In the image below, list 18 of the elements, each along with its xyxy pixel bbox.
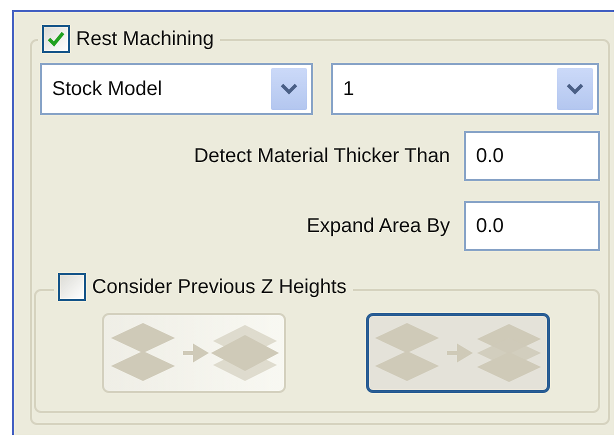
field-label: Expand Area By (306, 214, 450, 238)
checkbox[interactable] (42, 25, 70, 53)
dropdown-value: 1 (343, 78, 356, 100)
layers-merge-icon (111, 323, 279, 381)
checkbox[interactable] (58, 273, 86, 301)
field-label: Detect Material Thicker Than (194, 144, 450, 168)
dropdown[interactable]: 1 (331, 63, 599, 115)
dropdown-value: Stock Model (52, 78, 164, 100)
input-field[interactable]: 0.0 (464, 131, 600, 181)
checkmark-icon (46, 29, 66, 49)
dropdown[interactable]: Stock Model (40, 63, 313, 115)
layers-stack-icon (375, 323, 541, 382)
chevron-down-icon (280, 83, 298, 95)
input-field[interactable]: 0.0 (464, 201, 600, 251)
checkbox-label: Consider Previous Z Heights (92, 276, 347, 298)
layer-option-button[interactable] (366, 313, 550, 393)
checkbox-label: Rest Machining (76, 28, 214, 50)
chevron-down-icon (566, 83, 584, 95)
